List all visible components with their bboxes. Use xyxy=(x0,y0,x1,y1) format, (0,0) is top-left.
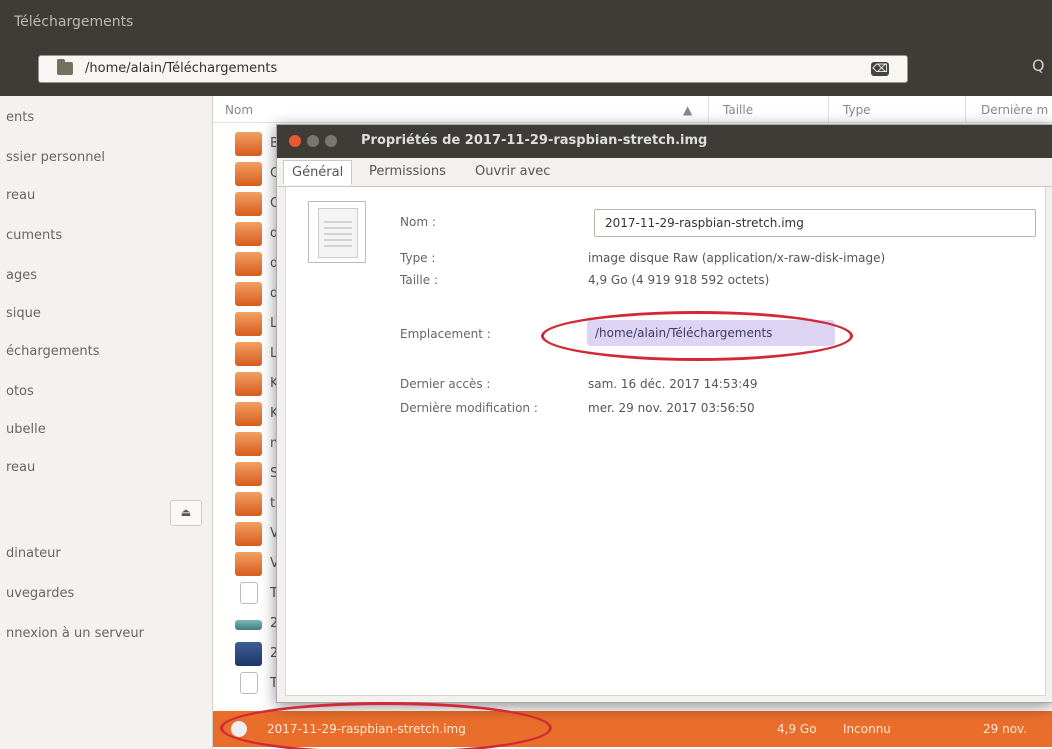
column-separator xyxy=(828,96,829,122)
last-access-value: sam. 16 déc. 2017 14:53:49 xyxy=(588,377,758,391)
sidebar-item-documents[interactable]: cuments xyxy=(6,228,62,243)
sidebar-item-videos[interactable]: otos xyxy=(6,384,34,399)
column-modified[interactable]: Dernière m xyxy=(981,103,1048,117)
general-panel: Nom : 2017-11-29-raspbian-stretch.img Ty… xyxy=(285,187,1046,696)
folder-icon xyxy=(235,432,262,456)
disk-icon xyxy=(235,642,262,666)
location-field[interactable]: /home/alain/Téléchargements xyxy=(587,320,835,346)
disk-image-icon xyxy=(231,721,247,737)
location-bar[interactable]: /home/alain/Téléchargements ⌫ xyxy=(38,55,908,83)
folder-icon xyxy=(235,462,262,486)
sidebar-item-downloads[interactable]: échargements xyxy=(6,344,100,359)
name-label: Nom : xyxy=(400,215,436,229)
last-access-label: Dernier accès : xyxy=(400,377,491,391)
tab-general[interactable]: Général xyxy=(283,160,353,185)
selected-file-date: 29 nov. xyxy=(983,722,1028,736)
selected-file-name: 2017-11-29-raspbian-stretch.img xyxy=(267,722,466,736)
dialog-tabs: Général Permissions Ouvrir avec xyxy=(277,158,1052,187)
search-icon[interactable]: Q xyxy=(1032,56,1045,75)
sidebar-item-connect-server[interactable]: nnexion à un serveur xyxy=(6,626,144,641)
eject-icon[interactable]: ⏏ xyxy=(170,500,202,526)
minimize-icon[interactable] xyxy=(307,135,319,147)
selected-file-size: 4,9 Go xyxy=(777,722,817,736)
folder-icon xyxy=(235,282,262,306)
dialog-title: Propriétés de 2017-11-29-raspbian-stretc… xyxy=(361,133,708,148)
file-row-name[interactable]: t xyxy=(270,496,275,511)
file-icon xyxy=(308,201,366,263)
column-separator xyxy=(965,96,966,122)
sidebar-item-recent[interactable]: ents xyxy=(6,110,34,125)
column-header-row: Nom ▲ Taille Type Dernière m xyxy=(213,96,1052,123)
folder-icon xyxy=(235,372,262,396)
type-label: Type : xyxy=(400,251,436,265)
folder-icon xyxy=(235,492,262,516)
size-label: Taille : xyxy=(400,273,438,287)
sidebar-item-desktop[interactable]: reau xyxy=(6,188,35,203)
column-type[interactable]: Type xyxy=(843,103,871,117)
file-manager-window: Téléchargements /home/alain/Téléchargeme… xyxy=(0,0,1052,749)
folder-icon xyxy=(235,252,262,276)
close-icon[interactable] xyxy=(289,135,301,147)
tab-permissions[interactable]: Permissions xyxy=(369,164,446,179)
properties-dialog: Propriétés de 2017-11-29-raspbian-stretc… xyxy=(276,124,1052,703)
document-icon xyxy=(240,582,258,604)
sidebar-item-pictures[interactable]: ages xyxy=(6,268,37,283)
maximize-icon[interactable] xyxy=(325,135,337,147)
selected-file-row[interactable]: 2017-11-29-raspbian-stretch.img 4,9 Go I… xyxy=(213,711,1052,747)
name-field-value: 2017-11-29-raspbian-stretch.img xyxy=(605,216,804,230)
folder-icon xyxy=(235,522,262,546)
sidebar-item-trash[interactable]: ubelle xyxy=(6,422,46,437)
folder-icon xyxy=(235,312,262,336)
column-separator xyxy=(708,96,709,122)
sidebar: ents ssier personnel reau cuments ages s… xyxy=(0,96,213,749)
sidebar-item-network[interactable]: reau xyxy=(6,460,35,475)
last-modified-value: mer. 29 nov. 2017 03:56:50 xyxy=(588,401,755,415)
toolbar: /home/alain/Téléchargements ⌫ Q xyxy=(0,44,1052,96)
clear-icon[interactable]: ⌫ xyxy=(871,62,889,76)
last-modified-label: Dernière modification : xyxy=(400,401,538,415)
folder-icon xyxy=(235,402,262,426)
column-name[interactable]: Nom xyxy=(225,103,253,117)
window-title: Téléchargements xyxy=(14,14,134,30)
location-field-value: /home/alain/Téléchargements xyxy=(595,326,773,340)
dialog-title-bar: Propriétés de 2017-11-29-raspbian-stretc… xyxy=(277,125,1052,158)
folder-icon xyxy=(235,192,262,216)
folder-icon xyxy=(235,222,262,246)
name-field[interactable]: 2017-11-29-raspbian-stretch.img xyxy=(594,209,1036,237)
tab-open-with[interactable]: Ouvrir avec xyxy=(475,164,550,179)
sidebar-item-home[interactable]: ssier personnel xyxy=(6,150,105,165)
sidebar-item-music[interactable]: sique xyxy=(6,306,41,321)
type-value: image disque Raw (application/x-raw-disk… xyxy=(588,251,886,265)
location-label: Emplacement : xyxy=(400,327,491,341)
folder-icon xyxy=(235,162,262,186)
folder-icon xyxy=(235,552,262,576)
sidebar-item-backups[interactable]: uvegardes xyxy=(6,586,74,601)
folder-icon xyxy=(235,132,262,156)
network-icon xyxy=(235,620,262,630)
sidebar-item-computer[interactable]: dinateur xyxy=(6,546,61,561)
title-bar: Téléchargements xyxy=(0,0,1052,44)
folder-icon xyxy=(57,59,73,75)
folder-icon xyxy=(235,342,262,366)
location-path: /home/alain/Téléchargements xyxy=(85,61,278,76)
sort-ascending-icon: ▲ xyxy=(683,103,693,117)
document-icon xyxy=(240,672,258,694)
selected-file-type: Inconnu xyxy=(843,722,891,736)
column-size[interactable]: Taille xyxy=(723,103,753,117)
size-value: 4,9 Go (4 919 918 592 octets) xyxy=(588,273,770,287)
